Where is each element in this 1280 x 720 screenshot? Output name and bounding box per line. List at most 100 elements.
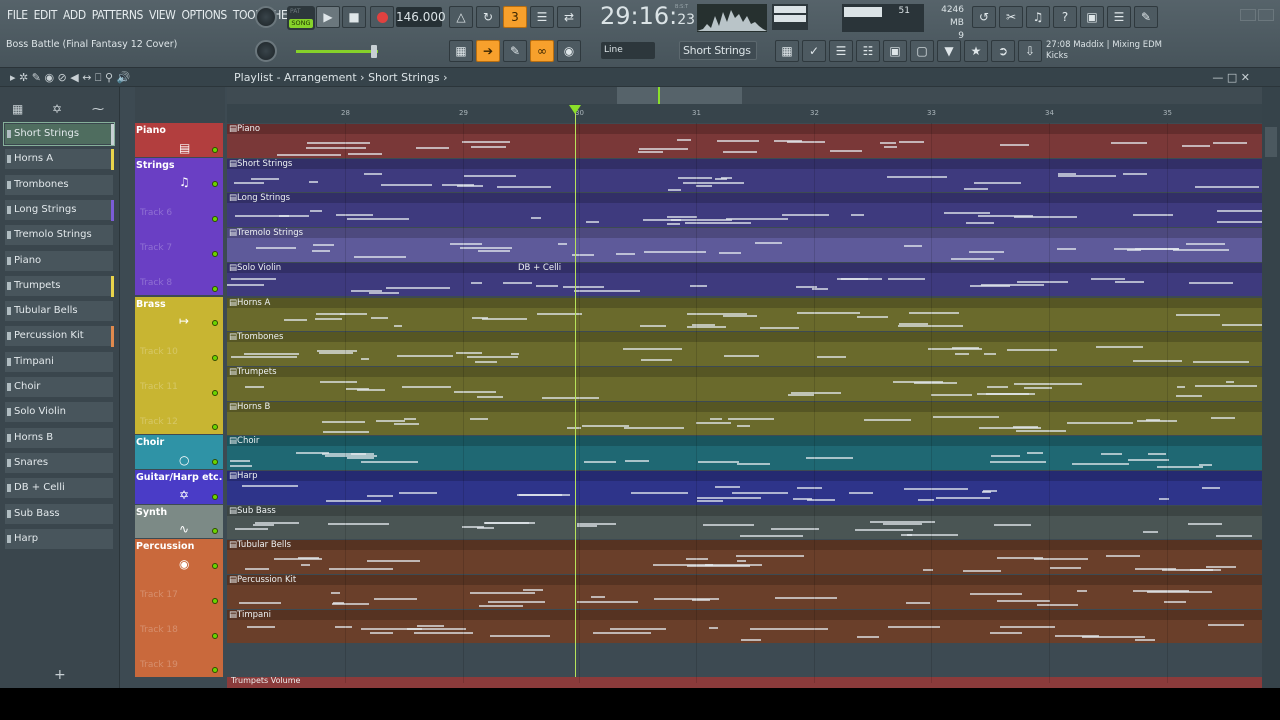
track-group[interactable]: Guitar/Harp etc. ✡	[135, 470, 223, 504]
pattern-item[interactable]: Choir	[4, 376, 114, 398]
pattern-item[interactable]: Horns A	[4, 148, 114, 171]
tempo-tap-icon[interactable]: ★	[964, 40, 988, 62]
step-edit-icon[interactable]: ☰	[530, 6, 554, 28]
render-icon[interactable]: ➲	[991, 40, 1015, 62]
loop-record-icon[interactable]: ⇄	[557, 6, 581, 28]
menu-add[interactable]: ADD	[60, 8, 89, 22]
pattern-item[interactable]: Sub Bass	[4, 502, 114, 525]
scroll-thumb[interactable]	[1265, 127, 1277, 157]
menu-edit[interactable]: EDIT	[31, 8, 60, 22]
master-volume-handle[interactable]	[371, 45, 377, 58]
playlist-overview[interactable]	[227, 87, 1262, 104]
pattern-item[interactable]: Short Strings	[3, 122, 115, 146]
timeline-ruler[interactable]: 28 29 30 31 32 33 34 35	[227, 104, 1262, 123]
pattern-item[interactable]: DB + Celli	[4, 477, 114, 500]
download-icon[interactable]: ⇩	[1018, 40, 1042, 62]
window-controls[interactable]: — □ ✕	[1212, 71, 1250, 84]
snap-selector[interactable]: Line	[601, 42, 655, 59]
song-pattern-toggle[interactable]: PAT SONG	[287, 6, 315, 30]
track-group[interactable]: Strings ♫	[135, 157, 223, 296]
playhead[interactable]	[575, 108, 576, 683]
master-volume-knob[interactable]	[255, 6, 277, 28]
undo-icon[interactable]: ↺	[972, 6, 996, 28]
track-group[interactable]: Piano ▤	[135, 123, 223, 157]
track-group[interactable]: Choir ○	[135, 435, 223, 469]
pattern-clip[interactable]: ▤Choir	[227, 436, 1262, 470]
pattern-item[interactable]: Trumpets	[4, 274, 114, 297]
help-icon[interactable]: ?	[1053, 6, 1077, 28]
pattern-item[interactable]: Timpani	[4, 350, 114, 373]
link-icon[interactable]: ∞	[530, 40, 554, 62]
pattern-clip[interactable]: ▤Short Strings	[227, 158, 1262, 193]
pattern-clip[interactable]: ▤Solo Violin DB + Celli	[227, 262, 1262, 297]
pencil-icon[interactable]: ✎	[503, 40, 527, 62]
track-mute-led[interactable]	[212, 285, 218, 292]
track-mute-led[interactable]	[212, 146, 218, 153]
pattern-item[interactable]: Snares	[4, 451, 114, 474]
graph-icon[interactable]: ✓	[802, 40, 826, 62]
pattern-item[interactable]: Tremolo Strings	[4, 224, 114, 247]
pattern-picker-icon[interactable]: ▦	[12, 102, 23, 116]
pattern-item[interactable]: Harp	[4, 527, 114, 550]
stop-button[interactable]: ■	[342, 6, 366, 28]
pattern-item[interactable]: Percussion Kit	[4, 325, 114, 348]
master-pitch-knob[interactable]	[255, 40, 277, 62]
plugin-icon[interactable]: ▼	[937, 40, 961, 62]
pattern-clip[interactable]: ▤Long Strings	[227, 193, 1262, 228]
track-mute-led[interactable]	[212, 632, 218, 639]
menu-patterns[interactable]: PATTERNS	[89, 8, 146, 22]
pattern-item[interactable]: Tubular Bells	[4, 300, 114, 323]
pattern-item[interactable]: Horns B	[4, 426, 114, 449]
pattern-clip[interactable]: ▤Tubular Bells	[227, 540, 1262, 575]
track-mute-led[interactable]	[212, 389, 218, 396]
track-mute-led[interactable]	[212, 459, 218, 465]
track-mute-led[interactable]	[212, 250, 218, 257]
metronome-icon[interactable]: △	[449, 6, 473, 28]
track-mute-led[interactable]	[212, 354, 218, 361]
menu-view[interactable]: VIEW	[146, 8, 178, 22]
pattern-clip[interactable]: ▤Horns A	[227, 297, 1262, 332]
vertical-scrollbar[interactable]	[1262, 87, 1280, 688]
automation-picker-icon[interactable]: ✡	[52, 102, 62, 116]
wait-input-icon[interactable]: ↻	[476, 6, 500, 28]
pattern-clip[interactable]: ▤Harp	[227, 471, 1262, 505]
audio-picker-icon[interactable]: ⁓	[92, 102, 104, 116]
pattern-clip[interactable]: ▤Tremolo Strings	[227, 228, 1262, 262]
channel-rack-icon[interactable]: ▦	[775, 40, 799, 62]
pattern-clip[interactable]: ▤Timpani	[227, 609, 1262, 644]
stamp-icon[interactable]: ◉	[557, 40, 581, 62]
master-volume-slider[interactable]	[296, 50, 378, 53]
track-group[interactable]: Brass ↦	[135, 296, 223, 435]
track-group[interactable]: Synth ∿	[135, 504, 223, 539]
countdown-icon[interactable]: 3	[503, 6, 527, 28]
menu-options[interactable]: OPTIONS	[178, 8, 229, 22]
minimize-button[interactable]	[1240, 9, 1256, 21]
header-tools-icon[interactable]: ▸ ✲ ✎ ◉ ⊘ ◀ ↔ ⎕ ⚲ 🔊	[10, 71, 130, 85]
news-panel[interactable]: 27:08 Maddix | Mixing EDM Kicks	[1046, 40, 1162, 62]
track-mute-led[interactable]	[212, 597, 218, 604]
playhead-marker[interactable]	[569, 105, 581, 114]
overview-window[interactable]	[617, 87, 742, 104]
pattern-item[interactable]: Solo Violin	[4, 401, 114, 424]
mixer-icon[interactable]: ☰	[1107, 6, 1131, 28]
mixer-view-icon[interactable]: ☷	[856, 40, 880, 62]
pattern-clip[interactable]: ▤Trombones	[227, 332, 1262, 366]
track-mute-led[interactable]	[212, 493, 218, 500]
play-button[interactable]: ▶	[316, 6, 340, 28]
chat-icon[interactable]: ✎	[1134, 6, 1158, 28]
menu-file[interactable]: FILE	[4, 8, 31, 22]
pattern-clip[interactable]: ▤Sub Bass	[227, 505, 1262, 540]
cut-icon[interactable]: ✂	[999, 6, 1023, 28]
channel-selector[interactable]: Short Strings	[679, 41, 757, 60]
save-icon[interactable]: ▣	[1080, 6, 1104, 28]
record-button[interactable]	[370, 6, 394, 28]
piano-icon[interactable]: ☰	[829, 40, 853, 62]
mic-icon[interactable]: ♫	[1026, 6, 1050, 28]
pattern-item[interactable]: Long Strings	[4, 198, 114, 221]
pattern-item[interactable]: Trombones	[4, 173, 114, 196]
automation-clip[interactable]: Trumpets Volume	[227, 676, 1262, 688]
pattern-clip[interactable]: ▤Piano	[227, 124, 1262, 158]
project-icon[interactable]: ▢	[910, 40, 934, 62]
pattern-clip[interactable]: ▤Trumpets	[227, 366, 1262, 401]
maximize-button[interactable]	[1258, 9, 1274, 21]
